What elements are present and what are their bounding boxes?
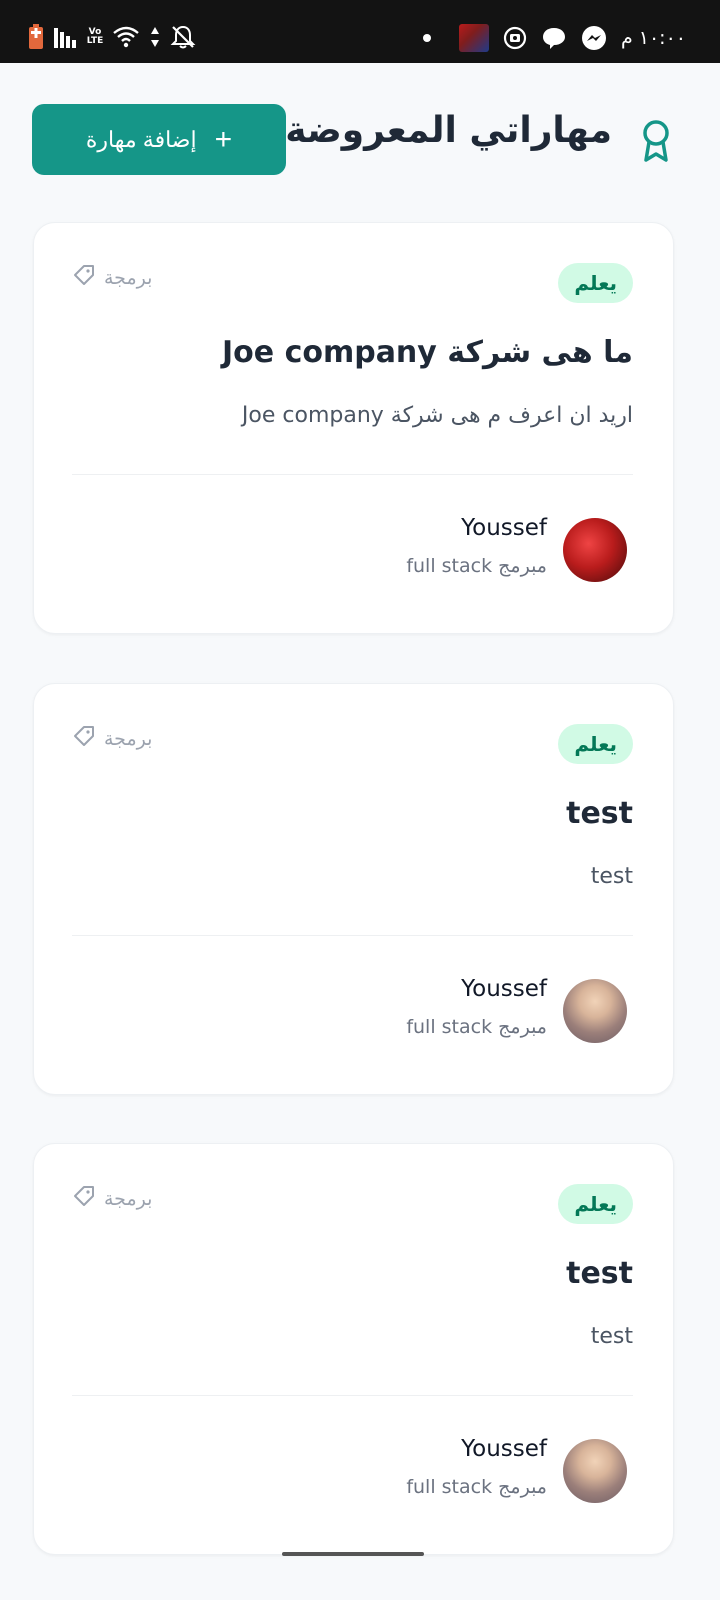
award-icon	[640, 118, 672, 168]
tag-icon	[72, 263, 96, 292]
skill-category: برمجة	[72, 1184, 152, 1213]
tag-icon	[72, 724, 96, 753]
skill-title: test	[566, 796, 633, 831]
chat-bubble-icon	[541, 26, 567, 50]
skill-title: test	[566, 1256, 633, 1291]
skill-type-badge: يعلم	[558, 1184, 633, 1224]
notifications-off-icon	[170, 24, 196, 50]
category-label: برمجة	[104, 266, 153, 289]
data-arrows-icon	[150, 26, 160, 48]
skill-category: برمجة	[72, 263, 152, 292]
skill-description: اريد ان اعرف م هى شركة Joe company	[241, 403, 633, 428]
skill-description: test	[590, 864, 633, 889]
skill-type-badge: يعلم	[558, 724, 633, 764]
avatar[interactable]	[563, 1439, 627, 1503]
tag-icon	[72, 1184, 96, 1213]
page-title: مهاراتي المعروضة	[285, 110, 612, 151]
category-label: برمجة	[104, 727, 153, 750]
user-role: مبرمج full stack	[406, 1016, 547, 1038]
card-divider	[72, 1395, 633, 1396]
skill-type-badge: يعلم	[558, 263, 633, 303]
user-role: مبرمج full stack	[406, 1476, 547, 1498]
skill-card[interactable]: يعلم برمجة test test Youssef مبرمج full …	[33, 1143, 674, 1555]
user-name: Youssef	[461, 515, 547, 541]
signal-icon	[54, 26, 78, 48]
card-divider	[72, 935, 633, 936]
user-role: مبرمج full stack	[406, 555, 547, 577]
user-name: Youssef	[461, 976, 547, 1002]
skill-title: ما هى شركة Joe company	[222, 335, 633, 370]
battery-icon	[28, 24, 44, 50]
card-divider	[72, 474, 633, 475]
add-skill-button[interactable]: + إضافة مهارة	[32, 104, 286, 175]
volte-icon: Vo LTE	[86, 27, 104, 46]
avatar[interactable]	[563, 518, 627, 582]
plus-icon: +	[214, 122, 233, 156]
app-notification-icon	[458, 24, 489, 52]
skill-card[interactable]: يعلم برمجة ما هى شركة Joe company اريد ا…	[33, 222, 674, 634]
add-skill-button-label: إضافة مهارة	[85, 126, 197, 152]
user-name: Youssef	[461, 1436, 547, 1462]
page-header: مهاراتي المعروضة + إضافة مهارة	[32, 104, 672, 176]
skill-description: test	[590, 1324, 633, 1349]
cast-icon	[503, 26, 527, 50]
avatar[interactable]	[563, 979, 627, 1043]
messenger-icon	[581, 25, 607, 51]
wifi-icon	[112, 26, 140, 48]
notification-dot-icon	[422, 34, 431, 42]
category-label: برمجة	[104, 1187, 153, 1210]
status-bar: Vo LTE ١٠:٠٠ م	[0, 0, 720, 63]
skill-category: برمجة	[72, 724, 152, 753]
clock: ١٠:٠٠ م	[620, 27, 686, 49]
skill-card[interactable]: يعلم برمجة test test Youssef مبرمج full …	[33, 683, 674, 1095]
home-indicator[interactable]	[282, 1552, 424, 1556]
